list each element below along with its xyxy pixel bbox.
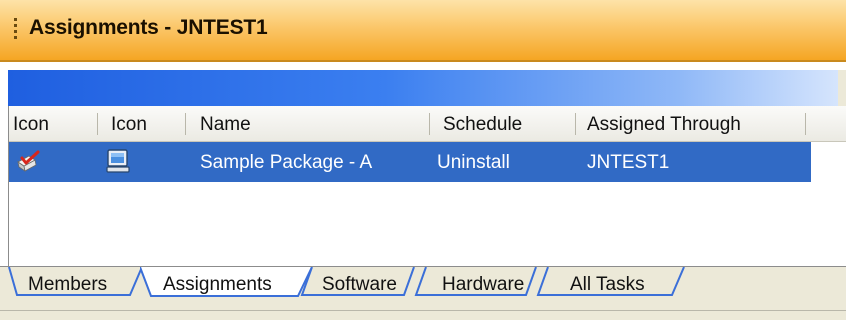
tab-all-tasks[interactable]: All Tasks bbox=[536, 267, 696, 305]
panel-title: Assignments - JNTEST1 bbox=[29, 16, 268, 39]
panel-title-bar[interactable]: Assignments - JNTEST1 bbox=[0, 0, 846, 62]
row-schedule: Uninstall bbox=[437, 152, 510, 173]
column-header-icon-2[interactable]: Icon bbox=[111, 114, 147, 136]
tab-label: Hardware bbox=[442, 274, 525, 295]
tab-members[interactable]: Members bbox=[8, 267, 158, 305]
assignments-list[interactable]: Icon Icon Name Schedule Assigned Through bbox=[8, 106, 846, 266]
tab-label: Assignments bbox=[163, 274, 272, 295]
header-band bbox=[8, 70, 846, 106]
package-check-icon bbox=[17, 150, 40, 172]
table-row[interactable]: Sample Package - A Uninstall JNTEST1 bbox=[9, 142, 811, 182]
column-divider[interactable] bbox=[97, 113, 98, 135]
row-assigned-through: JNTEST1 bbox=[587, 152, 670, 173]
list-header: Icon Icon Name Schedule Assigned Through bbox=[9, 106, 846, 142]
assignments-panel: Assignments - JNTEST1 Icon Icon Name Sch… bbox=[0, 0, 846, 320]
drag-grip-icon[interactable] bbox=[14, 18, 18, 46]
column-header-icon[interactable]: Icon bbox=[13, 114, 49, 136]
tab-strip-baseline bbox=[0, 310, 846, 311]
tab-software[interactable]: Software bbox=[300, 267, 430, 305]
tab-label: Members bbox=[28, 274, 108, 295]
computer-icon bbox=[106, 149, 130, 173]
row-name: Sample Package - A bbox=[200, 152, 373, 173]
column-divider[interactable] bbox=[575, 113, 576, 135]
tab-assignments[interactable]: Assignments bbox=[140, 267, 315, 305]
column-header-schedule[interactable]: Schedule bbox=[443, 114, 522, 136]
tab-hardware[interactable]: Hardware bbox=[414, 267, 554, 305]
column-divider[interactable] bbox=[185, 113, 186, 135]
column-header-name[interactable]: Name bbox=[200, 114, 251, 136]
column-header-assigned-through[interactable]: Assigned Through bbox=[587, 114, 741, 136]
view-tabs: Members Assignments Software Hardware Al… bbox=[0, 266, 846, 320]
tab-label: Software bbox=[322, 274, 397, 295]
column-divider[interactable] bbox=[429, 113, 430, 135]
column-divider[interactable] bbox=[805, 113, 806, 135]
tab-label: All Tasks bbox=[570, 274, 645, 295]
